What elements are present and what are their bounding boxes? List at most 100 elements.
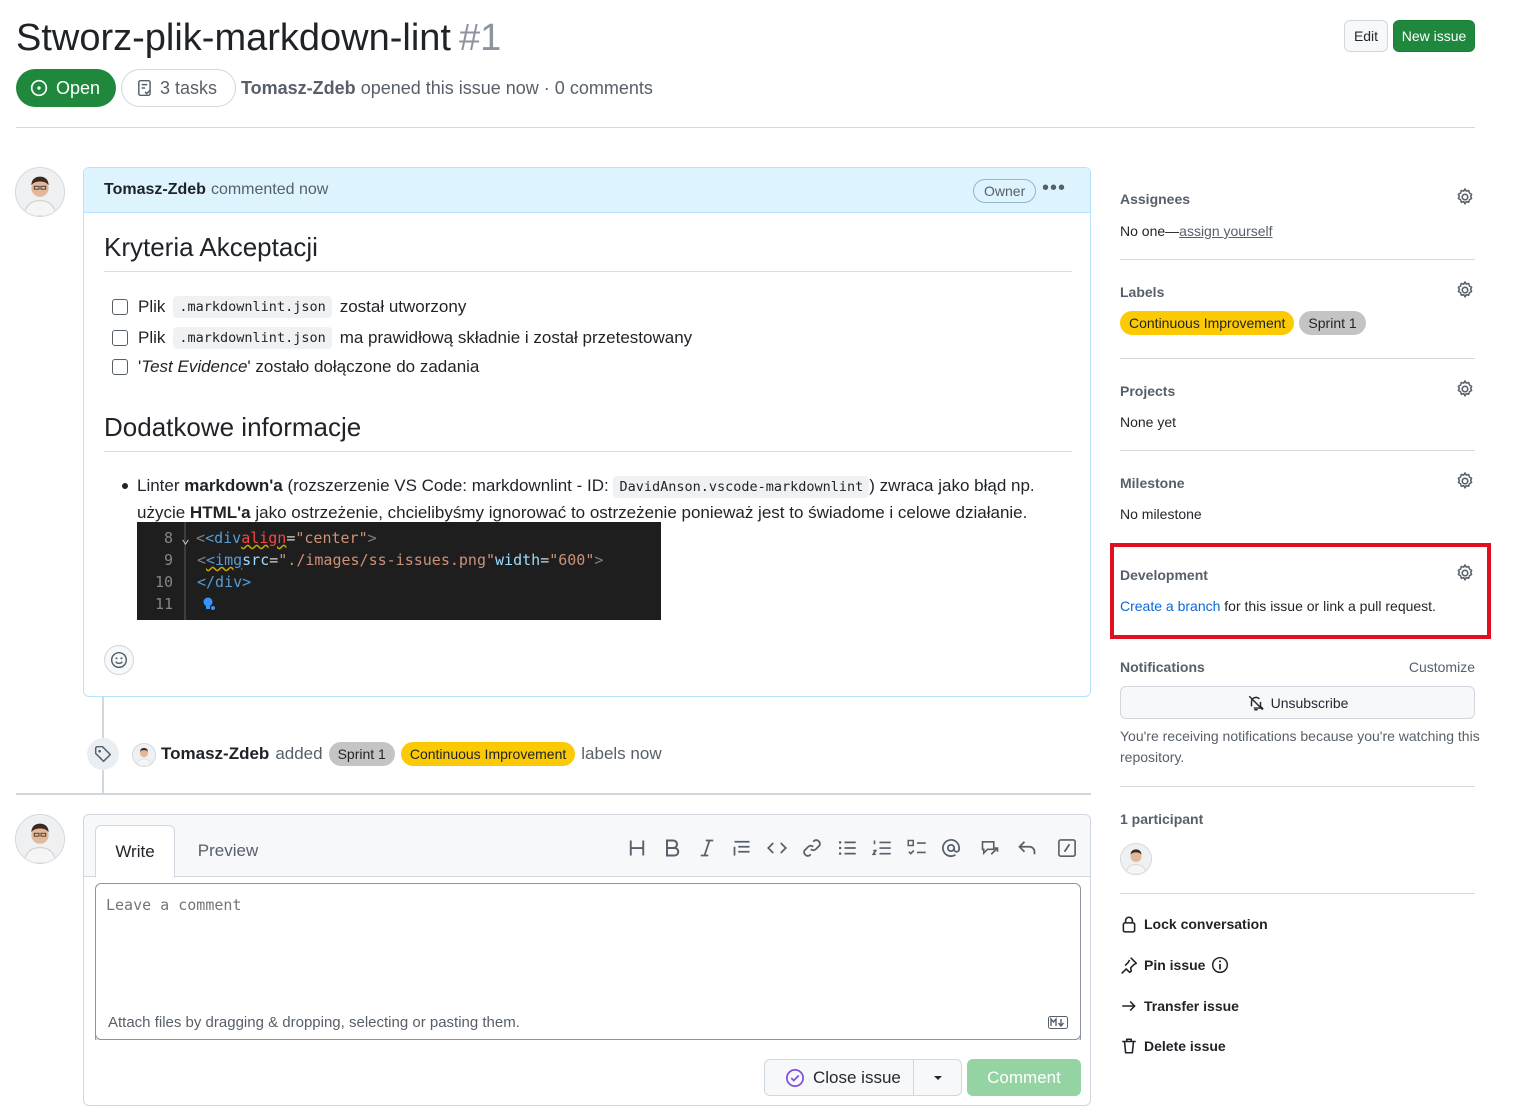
add-reaction-button[interactable] — [104, 645, 134, 675]
transfer-issue-label: Transfer issue — [1144, 998, 1239, 1014]
task-text: Plik — [138, 328, 166, 347]
task-item: Plik .markdownlint.json ma prawidłową sk… — [112, 327, 692, 349]
customize-link[interactable]: Customize — [1409, 659, 1475, 675]
arrow-right-icon — [1122, 1000, 1136, 1012]
tasks-badge[interactable]: 3 tasks — [121, 69, 237, 107]
comment-time[interactable]: commented now — [211, 181, 328, 199]
unsubscribe-label: Unsubscribe — [1270, 694, 1349, 711]
heading-icon[interactable] — [626, 837, 648, 859]
close-issue-button[interactable]: Close issue — [764, 1059, 914, 1096]
task-text: ma prawidłową składnie i został przetest… — [339, 328, 693, 347]
comment-submit-button[interactable]: Comment — [967, 1059, 1081, 1096]
projects-value: None yet — [1120, 414, 1177, 430]
code-line: 8 ⌄ < <div align = "center" > — [163, 529, 377, 547]
inline-code: .markdownlint.json — [173, 296, 332, 318]
issue-comment: Tomasz-Zdeb commented now Owner ••• Kryt… — [83, 167, 1091, 697]
label-continuous-improvement[interactable]: Continuous Improvement — [1120, 311, 1295, 335]
tasks-count: 3 tasks — [160, 77, 218, 98]
italic-icon[interactable] — [696, 837, 718, 859]
lock-conversation-action[interactable]: Lock conversation — [1120, 915, 1268, 933]
markdown-icon[interactable] — [1048, 1016, 1068, 1029]
task-checkbox[interactable] — [112, 330, 128, 346]
task-item: Plik .markdownlint.json został utworzony — [112, 296, 466, 318]
issue-open-icon — [30, 79, 48, 97]
participant-avatar[interactable] — [1120, 843, 1152, 875]
assign-yourself-link[interactable]: assign yourself — [1179, 223, 1272, 239]
code-line: 9 < <img src = "./images/ss-issues.png" wid… — [163, 551, 604, 569]
trash-icon — [1122, 1038, 1136, 1054]
comment-author[interactable]: Tomasz-Zdeb — [104, 181, 206, 199]
tab-write[interactable]: Write — [95, 825, 175, 878]
avatar[interactable] — [15, 814, 65, 864]
gear-icon[interactable] — [1455, 471, 1475, 491]
timeline-action: added — [275, 744, 323, 763]
task-text: Plik — [138, 297, 166, 316]
labels-title[interactable]: Labels — [1120, 284, 1164, 300]
slash-command-icon[interactable] — [1056, 837, 1078, 859]
kebab-menu-icon[interactable]: ••• — [1042, 178, 1066, 198]
close-issue-label: Close issue — [813, 1067, 901, 1087]
label-continuous-improvement[interactable]: Continuous Improvement — [400, 742, 576, 766]
task-text: został utworzony — [339, 297, 467, 316]
link-icon[interactable] — [801, 837, 823, 859]
task-list-icon[interactable] — [906, 837, 928, 859]
smiley-icon — [110, 651, 128, 669]
info-icon[interactable] — [1211, 956, 1229, 974]
timeline-author[interactable]: Tomasz-Zdeb — [161, 744, 269, 764]
edit-button[interactable]: Edit — [1344, 20, 1388, 52]
transfer-issue-action[interactable]: Transfer issue — [1120, 997, 1239, 1015]
timeline-line — [102, 697, 104, 738]
checklist-icon — [138, 79, 151, 97]
task-checkbox[interactable] — [112, 359, 128, 375]
milestone-title[interactable]: Milestone — [1120, 475, 1185, 491]
sidebar-participants: 1 participant — [1120, 811, 1475, 881]
issue-number: #1 — [458, 17, 502, 59]
timeline-divider — [16, 793, 1091, 795]
quote-icon[interactable] — [731, 837, 753, 859]
milestone-value: No milestone — [1120, 506, 1202, 522]
new-issue-button[interactable]: New issue — [1393, 20, 1475, 52]
sidebar-notifications: Notifications Customize — [1120, 659, 1475, 683]
bullet-marker — [122, 483, 128, 489]
label-sprint-1[interactable]: Sprint 1 — [1299, 311, 1366, 335]
projects-title[interactable]: Projects — [1120, 383, 1175, 399]
task-emphasis: Test Evidence — [141, 357, 248, 376]
sidebar-assignees: Assignees No one—assign yourself — [1120, 188, 1475, 241]
issue-state-badge: Open — [16, 69, 117, 107]
heading-acceptance: Kryteria Akceptacji — [104, 232, 318, 262]
close-options-dropdown[interactable] — [914, 1059, 962, 1096]
reply-icon[interactable] — [1016, 837, 1038, 859]
label-sprint-1[interactable]: Sprint 1 — [328, 742, 395, 766]
attach-files-bar[interactable]: Attach files by dragging & dropping, sel… — [95, 1006, 1081, 1040]
delete-issue-action[interactable]: Delete issue — [1120, 1037, 1226, 1055]
timeline-suffix: labels now — [581, 744, 662, 763]
reference-icon[interactable] — [979, 837, 1001, 859]
assignees-title[interactable]: Assignees — [1120, 191, 1190, 207]
gear-icon[interactable] — [1455, 379, 1475, 399]
sidebar-divider — [1120, 786, 1475, 787]
notifications-note: You're receiving notifications because y… — [1120, 728, 1480, 765]
lock-icon — [1122, 916, 1136, 933]
sidebar-divider — [1120, 259, 1475, 260]
tab-preview[interactable]: Preview — [188, 825, 268, 877]
issue-author-link[interactable]: Tomasz-Zdeb — [241, 78, 356, 98]
unsubscribe-button[interactable]: Unsubscribe — [1120, 686, 1475, 719]
numbered-list-icon[interactable] — [871, 837, 893, 859]
code-line: 10 </div> — [154, 573, 252, 591]
gear-icon[interactable] — [1455, 280, 1475, 300]
mention-icon[interactable] — [940, 837, 962, 859]
pin-issue-action[interactable]: Pin issue — [1120, 956, 1229, 974]
sidebar-divider — [1120, 358, 1475, 359]
bold-icon[interactable] — [661, 837, 683, 859]
bullet-list-icon[interactable] — [836, 837, 858, 859]
sidebar-projects: Projects None yet — [1120, 380, 1475, 433]
task-checkbox[interactable] — [112, 299, 128, 315]
tag-icon — [94, 745, 112, 763]
code-icon[interactable] — [766, 837, 788, 859]
avatar[interactable] — [132, 743, 156, 767]
avatar[interactable] — [15, 167, 65, 217]
gear-icon[interactable] — [1455, 187, 1475, 207]
highlight-box — [1110, 543, 1491, 639]
heading-rule — [104, 451, 1072, 452]
code-screenshot[interactable]: 8 ⌄ < <div align = "center" > 9 < <img src = ".… — [137, 522, 661, 620]
